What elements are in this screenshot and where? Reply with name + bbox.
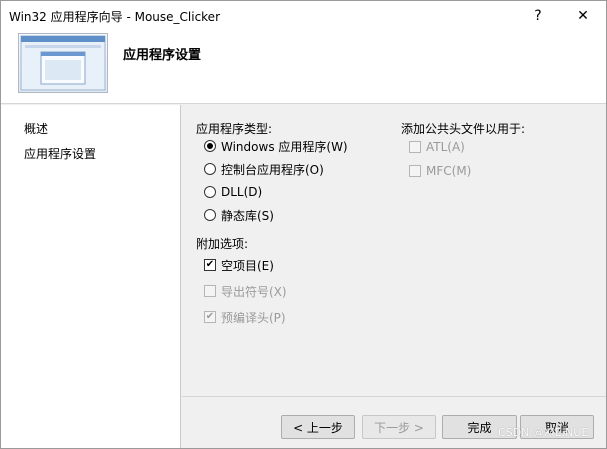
page-title: 应用程序设置 [123,48,202,63]
checkbox-unchecked-icon [204,285,216,297]
next-button[interactable]: 下一步 > [362,415,436,439]
title-bar: Win32 应用程序向导 - Mouse_Clicker ? ✕ [1,1,606,31]
sidebar-item-overview[interactable]: 概述 [24,120,48,137]
wizard-window: Win32 应用程序向导 - Mouse_Clicker ? ✕ 应用程序设置 … [0,0,607,449]
radio-unselected-icon [204,163,216,175]
radio-label: 控制台应用程序(O) [221,162,324,177]
checkbox-export-symbols[interactable]: 导出符号(X) [204,282,287,300]
radio-label: Windows 应用程序(W) [221,139,348,154]
checkbox-label: 预编译头(P) [221,310,286,325]
radio-console-app[interactable]: 控制台应用程序(O) [204,160,324,178]
checkbox-mfc[interactable]: MFC(M) [409,162,471,180]
button-divider [182,396,606,397]
checkbox-unchecked-icon [409,141,421,153]
extra-options-label: 附加选项: [196,237,249,251]
radio-static-lib[interactable]: 静态库(S) [204,206,274,224]
checkbox-empty-project[interactable]: ✔ 空项目(E) [204,256,274,274]
watermark: CSDN @XIE.NUE [498,426,589,439]
checkbox-label: 导出符号(X) [221,284,287,299]
checkbox-checked-icon: ✔ [204,311,216,323]
radio-unselected-icon [204,186,216,198]
wizard-sidebar: 概述 应用程序设置 [1,105,181,448]
help-button[interactable]: ? [523,4,553,28]
common-headers-label: 添加公共头文件以用于: [401,122,526,136]
checkbox-precompiled-header[interactable]: ✔ 预编译头(P) [204,308,286,326]
settings-panel: 应用程序类型: Windows 应用程序(W) 控制台应用程序(O) DLL(D… [182,105,606,448]
checkbox-label: 空项目(E) [221,258,274,273]
radio-unselected-icon [204,209,216,221]
wizard-thumbnail-icon [18,33,108,93]
radio-selected-icon [204,140,216,152]
radio-label: DLL(D) [221,185,263,199]
checkbox-label: MFC(M) [426,164,472,178]
checkbox-checked-icon: ✔ [204,259,216,271]
radio-dll[interactable]: DLL(D) [204,183,262,201]
app-type-label: 应用程序类型: [196,122,273,136]
window-title: Win32 应用程序向导 - Mouse_Clicker [9,10,221,24]
back-button[interactable]: < 上一步 [281,415,355,439]
checkbox-atl[interactable]: ATL(A) [409,138,465,156]
sidebar-item-app-settings[interactable]: 应用程序设置 [24,145,96,162]
wizard-header: 应用程序设置 [1,31,606,104]
radio-windows-app[interactable]: Windows 应用程序(W) [204,137,348,155]
close-button[interactable]: ✕ [568,4,598,28]
checkbox-label: ATL(A) [426,140,465,154]
checkbox-unchecked-icon [409,165,421,177]
radio-label: 静态库(S) [221,208,274,223]
